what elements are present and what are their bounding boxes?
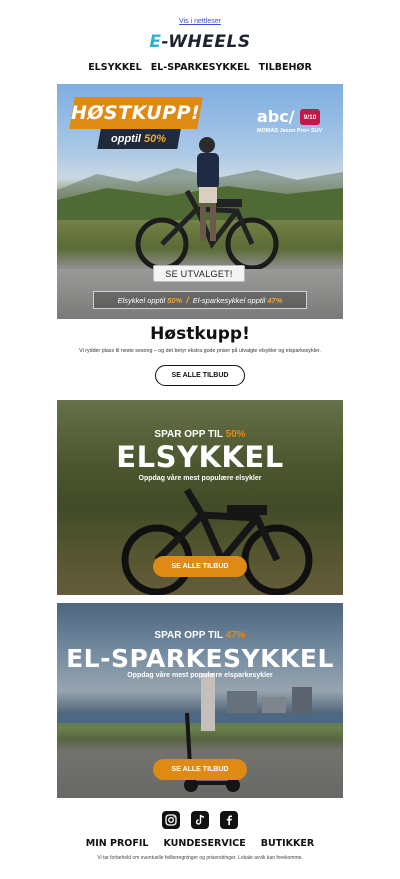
section-description: Vi rydder plass til neste sesong – og de… <box>79 348 321 354</box>
footer-link-min-profil[interactable]: MIN PROFIL <box>86 838 149 849</box>
footer-nav: MIN PROFIL KUNDESERVICE BUTIKKER <box>0 838 400 849</box>
card-subtitle: Oppdag våre mest populære elsparkesykler <box>127 672 273 679</box>
see-all-offers-button[interactable]: SE ALLE TILBUD <box>155 365 245 386</box>
logo-e: E <box>149 32 162 52</box>
kicker-prefix: SPAR OPP TIL <box>154 429 226 440</box>
card-subtitle: Oppdag våre mest populære elsykler <box>138 475 262 482</box>
footer-disclaimer: Vi tar forbehold om eventuelle feilbereg… <box>97 855 303 861</box>
kicker-value: 47% <box>225 630 246 641</box>
product-model: MOMAS Jason Pro+ SUV <box>257 128 323 134</box>
strip-right-value: 47% <box>267 295 283 305</box>
see-selection-button[interactable]: SE UTVALGET! <box>153 265 245 282</box>
tiktok-icon[interactable] <box>191 811 209 829</box>
abc-logo: abc/ <box>257 107 295 126</box>
rating-badge: 9/10 <box>300 109 320 125</box>
card-headline: ELSYKKEL <box>116 440 284 474</box>
facebook-icon[interactable] <box>220 811 238 829</box>
badge-title: HØSTKUPP! <box>71 102 201 124</box>
hero-banner[interactable]: HØSTKUPP! opptil 50% abc/ 9/10 MOMAS Jas… <box>57 84 343 319</box>
kicker-value: 50% <box>225 429 246 440</box>
badge-sub-value: 50% <box>144 133 167 145</box>
discount-strip: Elsykkel opptil 50% / El-sparkesykkel op… <box>93 291 307 309</box>
badge-sub-prefix: opptil <box>111 133 145 145</box>
hostkupp-badge: HØSTKUPP! <box>69 97 203 129</box>
discount-badge-text: opptil 50% <box>111 133 166 145</box>
nav-item-el-sparkesykkel[interactable]: EL-SPARKESYKKEL <box>151 62 250 73</box>
footer-link-butikker[interactable]: BUTIKKER <box>261 838 315 849</box>
elsykkel-promo-card[interactable]: SPAR OPP TIL 50% ELSYKKEL Oppdag våre me… <box>57 400 343 595</box>
strip-left-value: 50% <box>167 295 183 305</box>
elsykkel-see-all-button[interactable]: SE ALLE TILBUD <box>153 556 247 577</box>
strip-left-label: Elsykkel opptil <box>117 295 168 305</box>
logo-text: E-WHEELS <box>149 32 250 52</box>
tiktok-glyph <box>195 814 205 825</box>
view-in-browser-link[interactable]: Vis i nettleser <box>0 18 400 25</box>
kicker-prefix: SPAR OPP TIL <box>154 630 226 641</box>
bike-with-rider-image <box>135 137 279 269</box>
card-kicker: SPAR OPP TIL 50% <box>57 429 343 440</box>
discount-badge: opptil 50% <box>97 129 181 149</box>
footer-link-kundeservice[interactable]: KUNDESERVICE <box>163 838 245 849</box>
nav-item-tilbehor[interactable]: TILBEHØR <box>259 62 312 73</box>
instagram-icon[interactable] <box>162 811 180 829</box>
el-sparkesykkel-see-all-button[interactable]: SE ALLE TILBUD <box>153 759 247 780</box>
logo-rest: -WHEELS <box>161 32 251 52</box>
strip-left: Elsykkel opptil 50% <box>118 296 183 305</box>
card-headline: EL-SPARKESYKKEL <box>66 644 334 673</box>
el-sparkesykkel-promo-card[interactable]: SPAR OPP TIL 47% EL-SPARKESYKKEL Oppdag … <box>57 603 343 798</box>
facebook-glyph <box>226 815 232 825</box>
main-nav: ELSYKKEL EL-SPARKESYKKEL TILBEHØR <box>0 62 400 73</box>
instagram-glyph <box>165 814 177 826</box>
strip-separator: / <box>186 295 189 305</box>
card-kicker: SPAR OPP TIL 47% <box>57 630 343 641</box>
strip-right-label: El-sparkesykkel opptil <box>192 295 268 305</box>
social-links <box>0 811 400 829</box>
strip-right: El-sparkesykkel opptil 47% <box>193 296 283 305</box>
section-title: Høstkupp! <box>150 324 250 344</box>
logo[interactable]: E-WHEELS <box>0 32 400 52</box>
nav-item-elsykkel[interactable]: ELSYKKEL <box>88 62 142 73</box>
